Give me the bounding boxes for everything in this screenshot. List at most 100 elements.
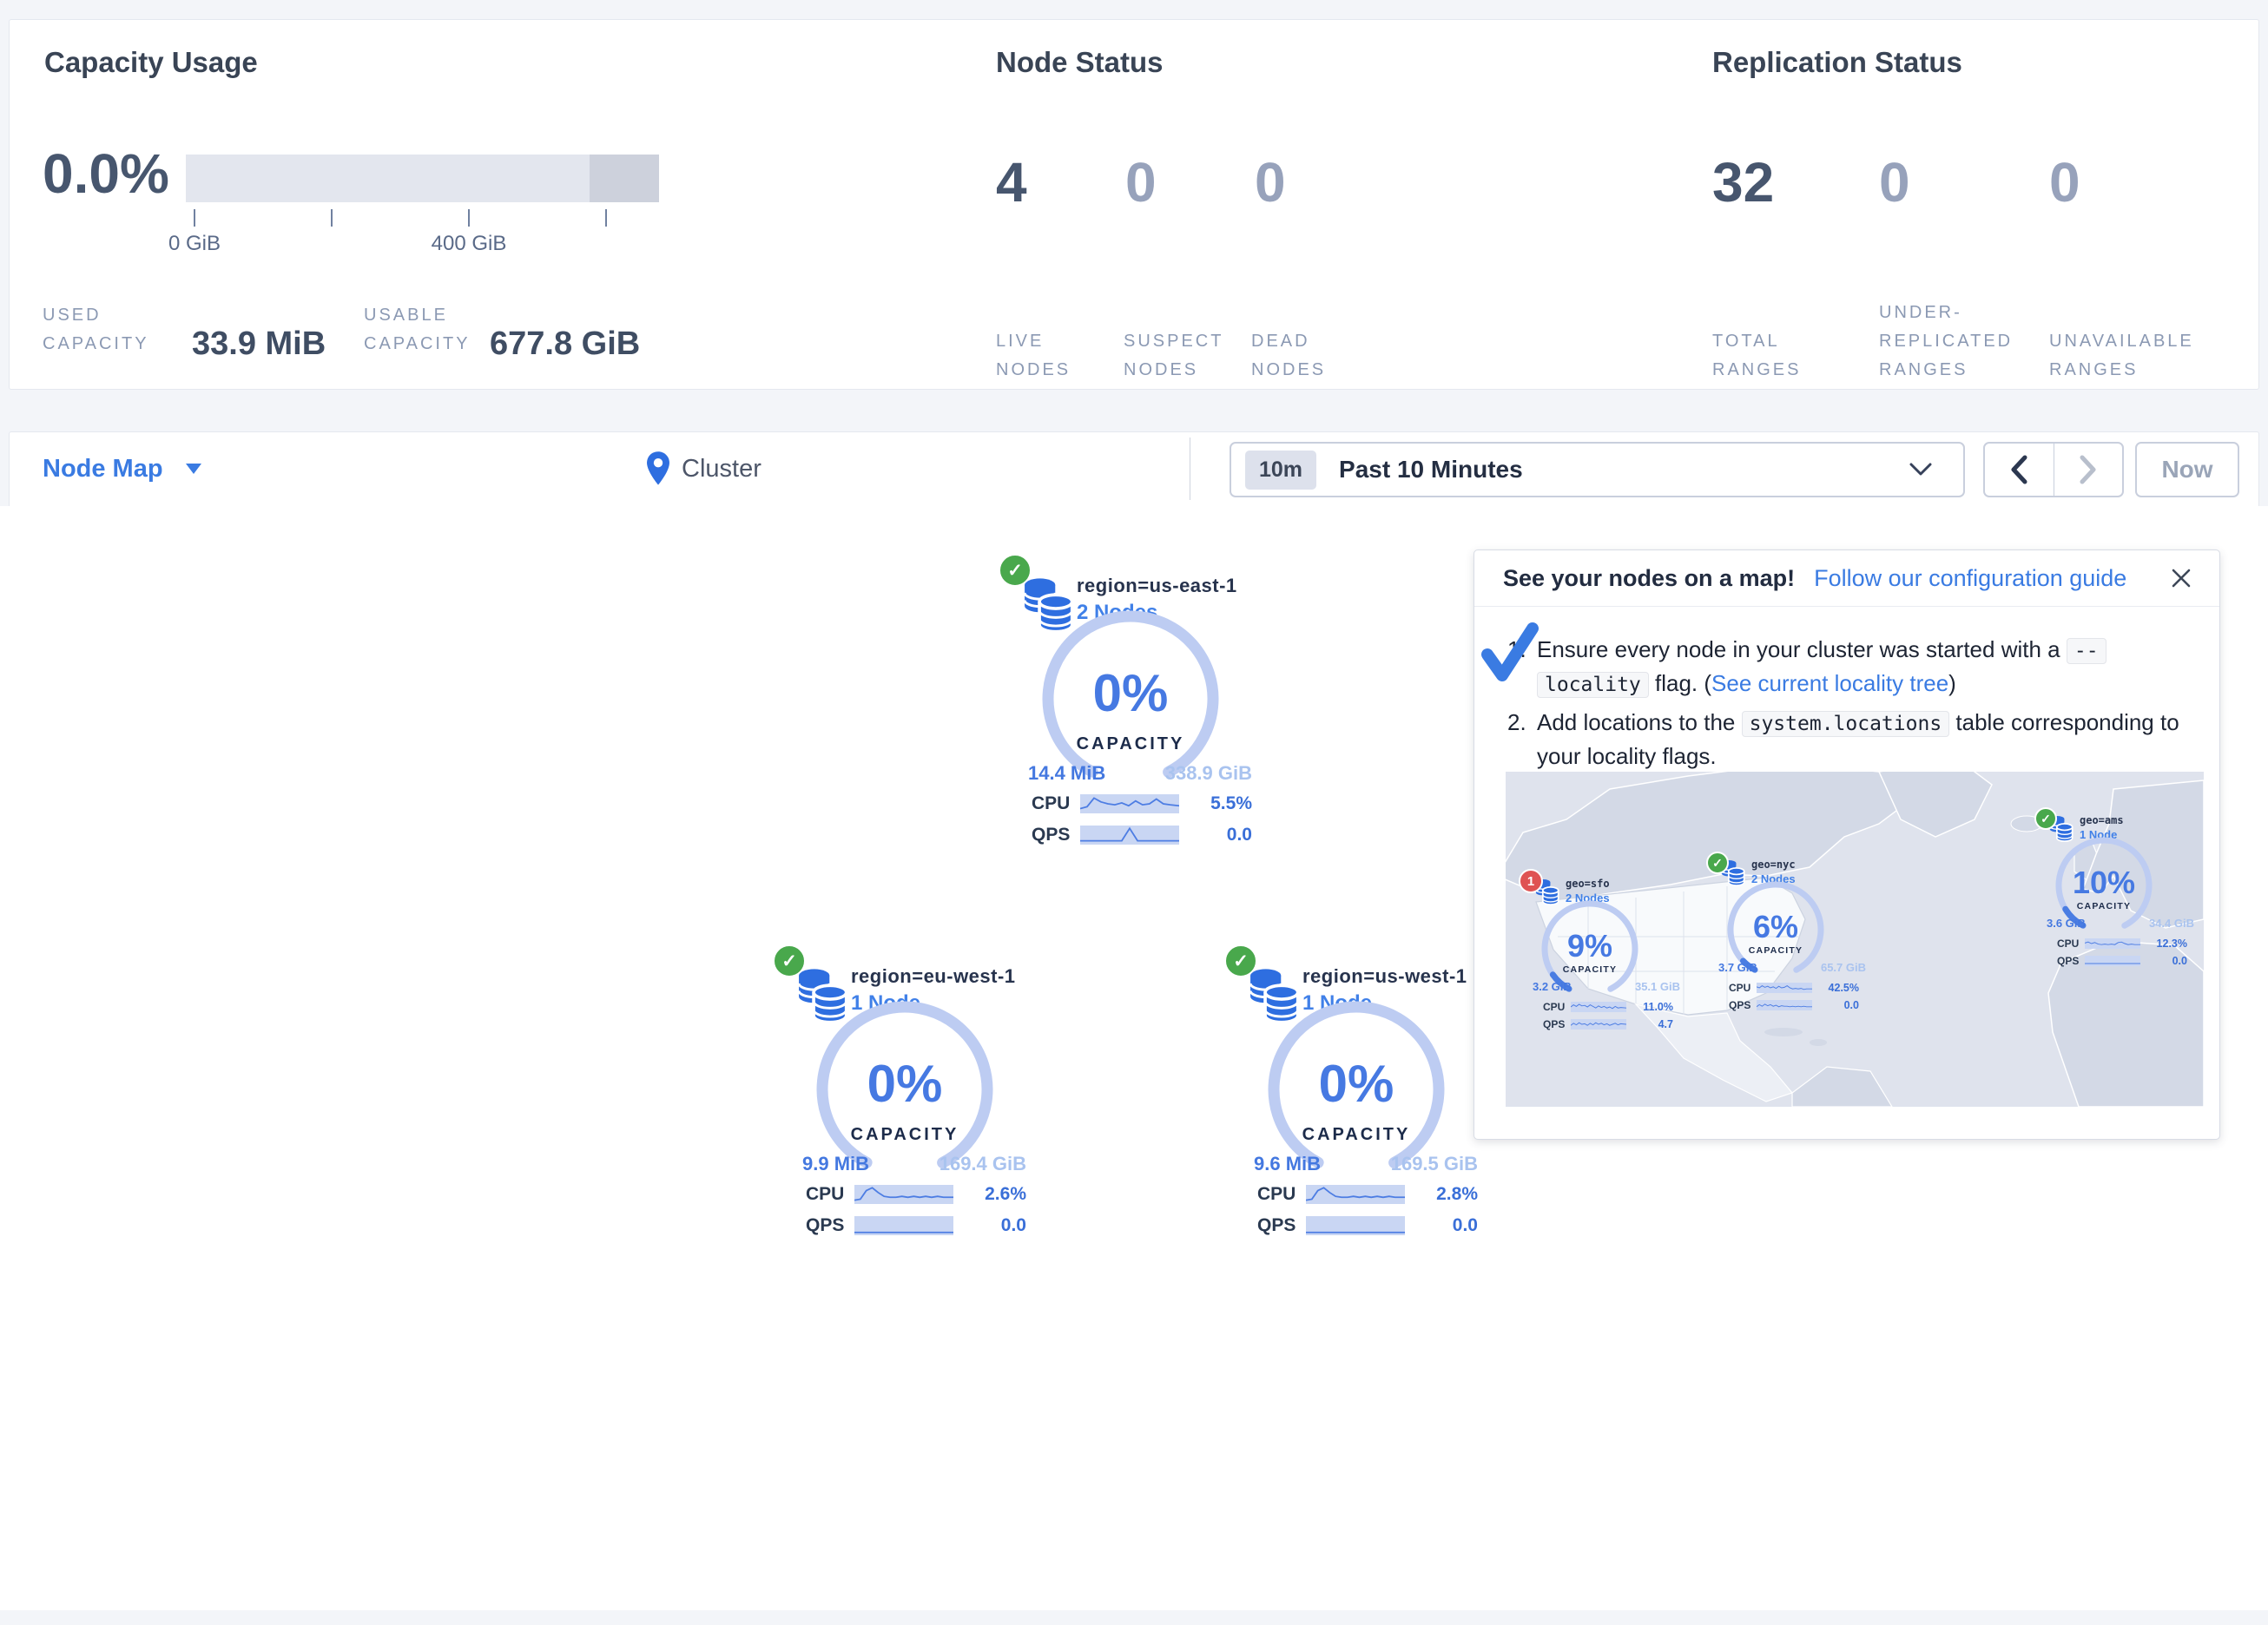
map-locality-geo-sfo[interactable]: 1 geo=sfo 2 Nodes 9% CAPACITY 3.2 GiB 35…: [1519, 867, 1710, 1034]
qps-label: QPS: [1729, 999, 1757, 1011]
locality-name: region=us-east-1: [1077, 575, 1237, 597]
step-text: flag. (: [1649, 670, 1711, 696]
step-text: your locality flags.: [1537, 743, 1717, 769]
locality-card-us-east-1[interactable]: ✓ region=us-east-1 2 Nodes 0% CAPACITY 1…: [999, 554, 1285, 853]
replication-status-title: Replication Status: [1712, 46, 1962, 79]
qps-value: 0.0: [1812, 999, 1859, 1011]
capacity-label: CAPACITY: [1033, 734, 1228, 754]
time-range-badge: 10m: [1245, 451, 1316, 490]
total-capacity: 169.4 GiB: [940, 1153, 1026, 1175]
cpu-sparkline: [1571, 1002, 1626, 1012]
close-icon[interactable]: [2167, 564, 2195, 592]
qps-sparkline: [2085, 956, 2140, 966]
cpu-value: 11.0%: [1626, 1001, 1673, 1013]
total-capacity: 34.4 GiB: [2149, 917, 2194, 930]
map-locality-geo-ams[interactable]: ✓ geo=ams 1 Node 10% CAPACITY 3.6 GiB 34…: [2033, 804, 2224, 970]
capacity-tick: [331, 209, 333, 227]
total-capacity: 65.7 GiB: [1821, 961, 1866, 974]
used-capacity: 14.4 MiB: [1028, 762, 1105, 785]
locality-tree-link[interactable]: See current locality tree: [1711, 670, 1948, 696]
used-capacity: 9.9 MiB: [802, 1153, 869, 1175]
view-selector-label: Node Map: [43, 455, 163, 484]
step-number: 2.: [1507, 707, 1537, 739]
live-nodes-label: LIVE NODES: [996, 280, 1118, 385]
completed-step-check-icon: [1479, 620, 1543, 688]
configuration-guide-link[interactable]: Follow our configuration guide: [1814, 565, 2126, 592]
cpu-label: CPU: [1257, 1184, 1306, 1205]
capacity-label: CAPACITY: [2050, 901, 2158, 911]
popup-title: See your nodes on a map!: [1503, 565, 1795, 592]
chevron-down-icon: [1909, 463, 1932, 477]
locality-name: region=us-west-1: [1302, 965, 1467, 988]
qps-value: 0.0: [953, 1215, 1026, 1236]
live-nodes-count: 4: [996, 150, 1027, 214]
time-range-dropdown[interactable]: 10m Past 10 Minutes: [1230, 442, 1965, 497]
healthy-check-icon: ✓: [999, 554, 1032, 587]
unavailable-label: UNAVAILABLE RANGES: [2049, 263, 2214, 385]
time-step-back-button[interactable]: [1985, 444, 2054, 496]
view-selector-dropdown[interactable]: Node Map: [43, 432, 201, 505]
used-capacity-value: 33.9 MiB: [192, 326, 326, 363]
nodes-db-icon: [795, 967, 851, 1026]
popup-instructions: 1.Ensure every node in your cluster was …: [1507, 634, 2193, 773]
used-capacity: 3.6 GiB: [2047, 917, 2086, 930]
healthy-check-icon: ✓: [1224, 944, 1257, 977]
healthy-check-icon: ✓: [2034, 807, 2057, 830]
breadcrumb-label: Cluster: [682, 455, 761, 484]
time-range-label: Past 10 Minutes: [1339, 456, 1523, 484]
capacity-label: CAPACITY: [1536, 964, 1644, 975]
capacity-bar-total-segment: [590, 155, 659, 202]
qps-sparkline: [1080, 826, 1179, 845]
capacity-percent: 0%: [1259, 1054, 1454, 1114]
capacity-tick: [605, 209, 607, 227]
cpu-sparkline: [1306, 1185, 1405, 1204]
qps-value: 0.0: [1179, 825, 1252, 845]
qps-sparkline: [1306, 1216, 1405, 1235]
total-ranges-count: 32: [1712, 150, 1774, 214]
total-capacity: 338.9 GiB: [1165, 762, 1252, 785]
capacity-percent: 0%: [1033, 663, 1228, 723]
locality-card-eu-west-1[interactable]: ✓ region=eu-west-1 1 Node 0% CAPACITY 9.…: [773, 944, 1059, 1244]
cpu-value: 5.5%: [1179, 793, 1252, 814]
cpu-label: CPU: [806, 1184, 854, 1205]
cpu-label: CPU: [1032, 793, 1080, 814]
qps-label: QPS: [1032, 825, 1080, 845]
total-capacity: 169.5 GiB: [1391, 1153, 1478, 1175]
breadcrumb[interactable]: Cluster: [645, 432, 761, 505]
now-button[interactable]: Now: [2135, 442, 2239, 497]
capacity-tick-label: 0 GiB: [142, 232, 247, 256]
usable-capacity-label: USABLE CAPACITY: [364, 296, 503, 359]
code-chip: locality: [1537, 672, 1649, 698]
step-text: Ensure every node in your cluster was st…: [1537, 636, 2067, 662]
time-step-forward-button[interactable]: [2054, 444, 2123, 496]
qps-label: QPS: [806, 1215, 854, 1236]
chevron-right-icon: [2079, 455, 2098, 484]
qps-sparkline: [1571, 1019, 1626, 1030]
cpu-label: CPU: [1543, 1001, 1571, 1013]
usable-capacity-value: 677.8 GiB: [490, 326, 640, 363]
qps-sparkline: [1757, 1000, 1812, 1010]
qps-label: QPS: [2057, 955, 2085, 967]
chevron-down-icon: [186, 464, 201, 474]
capacity-tick: [194, 209, 195, 227]
map-locality-geo-nyc[interactable]: ✓ geo=nyc 2 Nodes 6% CAPACITY 3.7 GiB 65…: [1704, 848, 1895, 1015]
location-pin-icon: [645, 451, 671, 487]
cpu-sparkline: [2085, 938, 2140, 949]
total-capacity: 35.1 GiB: [1635, 980, 1680, 993]
capacity-label: CAPACITY: [808, 1125, 1002, 1145]
healthy-check-icon: ✓: [1706, 852, 1729, 874]
cpu-label: CPU: [1729, 982, 1757, 994]
dead-nodes-label: DEAD NODES: [1251, 280, 1373, 385]
qps-value: 0.0: [2140, 955, 2187, 967]
locality-card-us-west-1[interactable]: ✓ region=us-west-1 1 Node 0% CAPACITY 9.…: [1224, 944, 1511, 1244]
unavailable-count: 0: [2049, 150, 2080, 214]
cpu-value: 2.6%: [953, 1184, 1026, 1205]
node-map-canvas: ✓ region=us-east-1 2 Nodes 0% CAPACITY 1…: [0, 506, 2268, 1610]
capacity-percent: 0%: [808, 1054, 1002, 1114]
popup-header: See your nodes on a map! Follow our conf…: [1474, 550, 2219, 607]
used-capacity: 3.7 GiB: [1718, 961, 1757, 974]
now-button-label: Now: [2161, 456, 2212, 484]
qps-sparkline: [854, 1216, 953, 1235]
step-text: table corresponding to: [1949, 709, 2179, 735]
capacity-tick: [468, 209, 470, 227]
